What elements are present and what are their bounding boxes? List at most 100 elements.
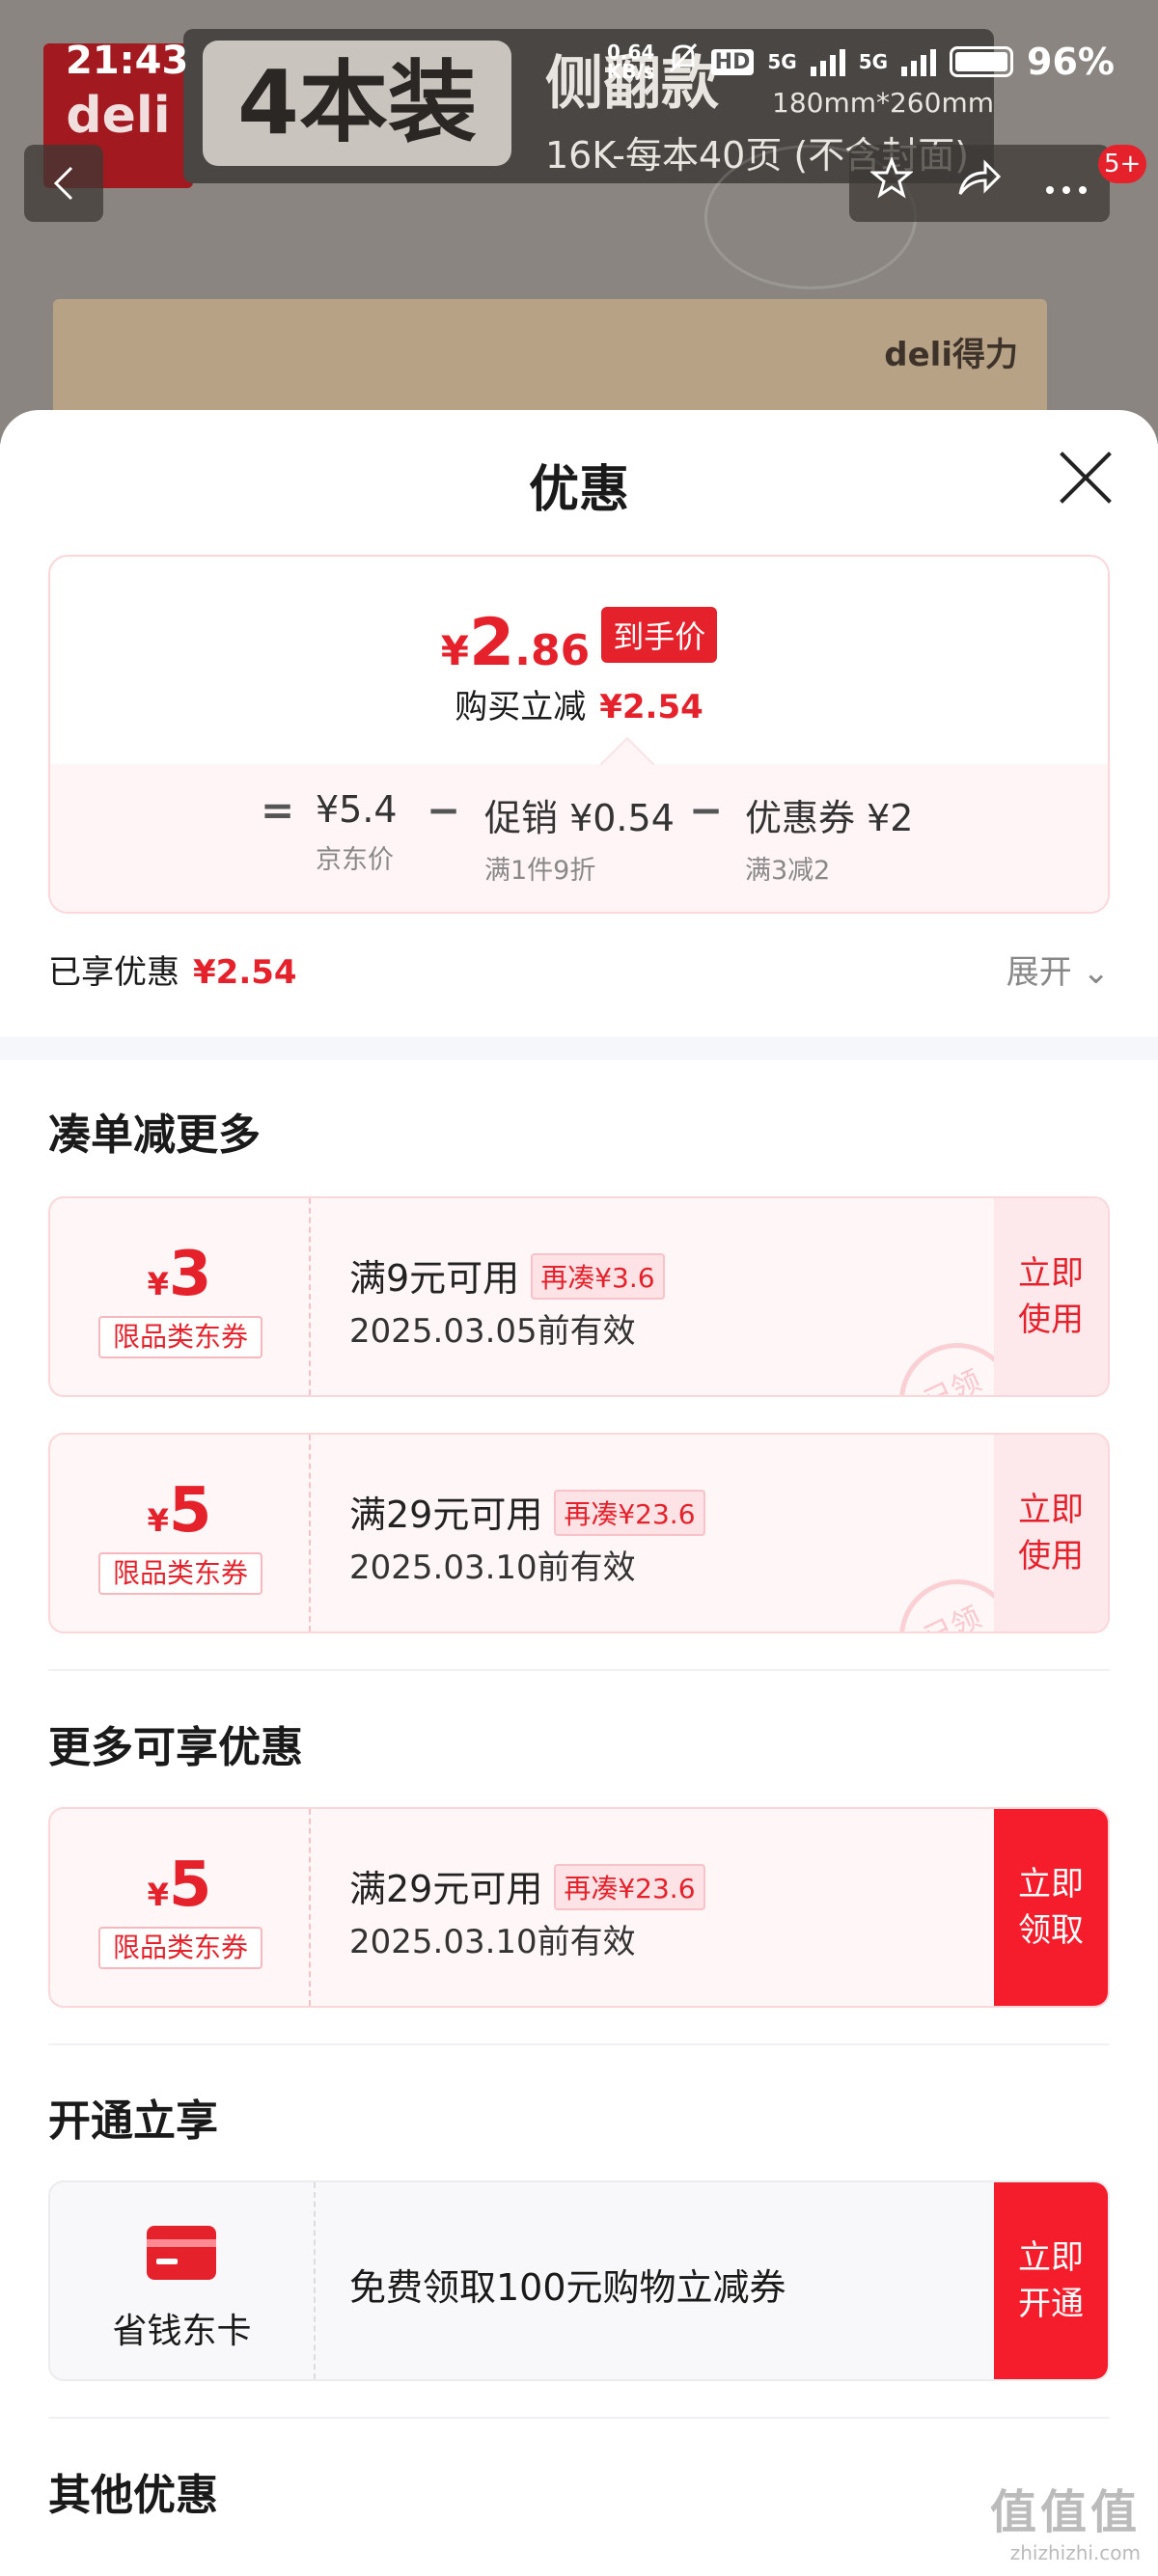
- reduce-amount: ¥2.54: [599, 688, 703, 726]
- status-time: 21:43: [66, 39, 189, 83]
- coupon-number: 5: [168, 1475, 212, 1547]
- claim-now-button[interactable]: 立即 领取: [994, 1809, 1108, 2006]
- separator-line: [48, 2417, 1110, 2419]
- mute-bell-icon: [669, 42, 698, 82]
- status-bar: 21:43 0.64 KB/s HD 5G 5G 96%: [0, 0, 1158, 87]
- coupon-number: 5: [168, 1850, 212, 1921]
- coupon-condition: 满9元可用 再凑¥3.6: [349, 1248, 665, 1302]
- section-title-other: 其他优惠: [48, 2471, 218, 2520]
- chevron-left-icon: [53, 166, 73, 201]
- price-integer: 2: [468, 605, 515, 681]
- coupon-extra-tag: 再凑¥23.6: [554, 1490, 705, 1536]
- coupon-discount: 优惠券 ¥2 满3减2: [745, 788, 913, 887]
- coupon-currency: ¥: [147, 1266, 169, 1302]
- coupon-extra-tag: 再凑¥23.6: [554, 1864, 705, 1910]
- share-icon[interactable]: [956, 159, 1002, 207]
- enjoyed-label: 已享优惠: [48, 953, 179, 992]
- section-divider: [0, 1037, 1158, 1060]
- use-now-label: 立即 使用: [1018, 1491, 1084, 1576]
- separator-line: [48, 2043, 1110, 2045]
- reduce-label: 购买立减: [455, 688, 587, 726]
- coupon-expiry: 2025.03.10前有效: [349, 1923, 636, 1961]
- promo-value: 促销 ¥0.54: [484, 797, 675, 839]
- banner-size-text: 180mm*260mm: [772, 87, 994, 119]
- battery-icon: [950, 46, 1014, 77]
- coupon-expiry: 2025.03.10前有效: [349, 1548, 636, 1587]
- card-icon: [147, 2226, 216, 2280]
- coupon-extra-tag: 再凑¥3.6: [531, 1253, 665, 1300]
- price-currency: ¥: [440, 627, 469, 674]
- sheet-title: 优惠: [528, 461, 629, 519]
- close-button[interactable]: [1057, 449, 1115, 507]
- coupon-expiry: 2025.03.05前有效: [349, 1312, 636, 1351]
- use-now-button[interactable]: 立即 使用: [994, 1198, 1108, 1395]
- coupon-card[interactable]: ¥5 限品类东券 满29元可用 再凑¥23.6 2025.03.10前有效 已领 …: [48, 1433, 1110, 1633]
- coupon-condition: 满29元可用 再凑¥23.6: [349, 1859, 705, 1912]
- favorite-star-icon[interactable]: [869, 155, 915, 209]
- coupon-amount: ¥5: [50, 1475, 309, 1547]
- use-now-label: 立即 使用: [1018, 1254, 1084, 1339]
- coupon-number: 3: [168, 1239, 212, 1310]
- top-actions: [849, 145, 1110, 222]
- network-speed: 0.64 KB/s: [606, 41, 655, 83]
- site-watermark: 值值值 zhizhizhi.com: [990, 2474, 1141, 2564]
- back-button[interactable]: [24, 145, 103, 222]
- hd-badge: HD: [710, 48, 755, 75]
- coupon-card[interactable]: ¥3 限品类东券 满9元可用 再凑¥3.6 2025.03.05前有效 已领 立即…: [48, 1196, 1110, 1397]
- activate-now-label: 立即 开通: [1018, 2238, 1084, 2323]
- coupon-amount: ¥5: [50, 1850, 309, 1921]
- price-summary-card: ¥2.86 到手价 购买立减 ¥2.54 = ¥5.4 京东价 − 促销 ¥0.54…: [48, 555, 1110, 914]
- coupon-kind: 限品类东券: [98, 1316, 262, 1358]
- signal-bars-icon: [810, 47, 845, 76]
- signal-bars-icon-2: [901, 47, 937, 76]
- coupon-currency: ¥: [147, 1502, 169, 1539]
- discount-sheet: 优惠 ¥2.86 到手价 购买立减 ¥2.54 = ¥5.4 京东价 − 促销 ¥0…: [0, 410, 1158, 2576]
- jd-price-label: 京东价: [316, 845, 394, 875]
- expand-button[interactable]: 展开 ⌄: [1006, 945, 1110, 993]
- coupon-label: 满3减2: [745, 856, 831, 886]
- final-price-area: ¥2.86 到手价 购买立减 ¥2.54: [50, 557, 1108, 764]
- coupon-value-area: ¥5 限品类东券: [50, 1435, 311, 1631]
- coupon-value: 优惠券 ¥2: [745, 797, 914, 839]
- battery-percent: 96%: [1027, 41, 1115, 83]
- enjoyed-amount: ¥2.54: [193, 953, 297, 992]
- promo-discount: 促销 ¥0.54 满1件9折: [484, 788, 675, 887]
- activate-now-button[interactable]: 立即 开通: [994, 2182, 1108, 2379]
- jd-price-value: ¥5.4: [316, 788, 398, 831]
- coupon-condition-text: 满9元可用: [349, 1257, 520, 1300]
- savings-card-promo[interactable]: 省钱东卡 免费领取100元购物立减券 立即 开通: [48, 2180, 1110, 2381]
- savings-card-area: 省钱东卡: [50, 2182, 316, 2379]
- status-icons: 0.64 KB/s HD 5G 5G 96%: [607, 41, 1115, 83]
- signal-5g-2: 5G: [858, 50, 889, 73]
- message-badge: 5+: [1098, 145, 1147, 183]
- section-title-more-available: 更多可享优惠: [48, 1723, 303, 1772]
- coupon-card[interactable]: ¥5 限品类东券 满29元可用 再凑¥23.6 2025.03.10前有效 立即 …: [48, 1807, 1110, 2008]
- instant-reduction: 购买立减 ¥2.54: [50, 680, 1108, 727]
- use-now-button[interactable]: 立即 使用: [994, 1435, 1108, 1631]
- minus-sign-1: −: [427, 786, 461, 834]
- watermark-logo: 值值值: [989, 2485, 1141, 2539]
- signal-5g-1: 5G: [767, 50, 797, 73]
- savings-card-name: 省钱东卡: [112, 2312, 252, 2351]
- coupon-kind: 限品类东券: [98, 1552, 262, 1595]
- section-title-activate: 开通立享: [48, 2096, 218, 2146]
- coupon-condition-text: 满29元可用: [349, 1868, 543, 1910]
- watermark-url: zhizhizhi.com: [1009, 2541, 1141, 2564]
- coupon-value-area: ¥5 限品类东券: [50, 1809, 311, 2006]
- equals-sign: =: [261, 786, 295, 834]
- final-price-tag: 到手价: [601, 607, 718, 663]
- final-price: ¥2.86 到手价: [50, 605, 1108, 681]
- section-title-more-discount: 凑单减更多: [48, 1110, 261, 1160]
- coupon-value-area: ¥3 限品类东券: [50, 1198, 311, 1395]
- coupon-condition-text: 满29元可用: [349, 1494, 543, 1536]
- more-dots-icon[interactable]: [1044, 161, 1089, 206]
- coupon-currency: ¥: [147, 1877, 169, 1913]
- promo-label: 满1件9折: [484, 856, 596, 886]
- price-decimal: .86: [514, 626, 591, 675]
- claim-now-label: 立即 领取: [1018, 1865, 1084, 1950]
- enjoyed-discount: 已享优惠 ¥2.54: [48, 945, 297, 993]
- box-brand: deli得力: [884, 336, 1018, 374]
- minus-sign-2: −: [689, 786, 724, 834]
- coupon-amount: ¥3: [50, 1239, 309, 1310]
- separator-line: [48, 1669, 1110, 1671]
